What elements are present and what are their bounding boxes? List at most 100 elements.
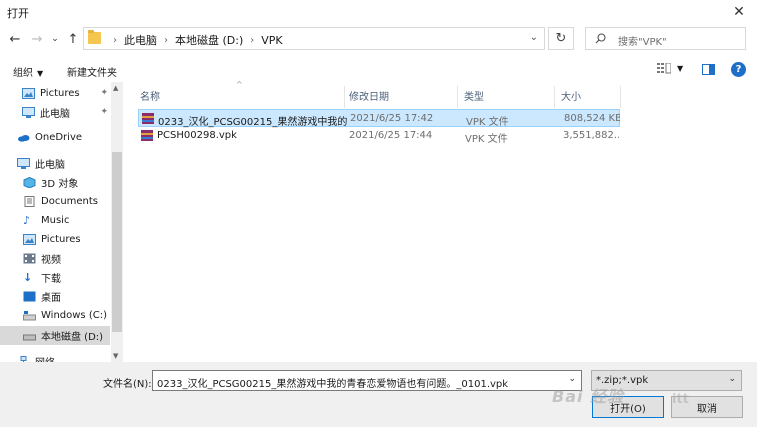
chevron-down-icon[interactable]: ⌄	[530, 32, 538, 43]
file-name: PCSH00298.vpk	[157, 130, 237, 141]
sidebar-item-label: OneDrive	[35, 132, 83, 143]
view-list-icon	[657, 63, 671, 74]
folder-icon	[88, 30, 101, 44]
navigation-pane: Pictures ✦ 此电脑 ✦ OneDrive 此电脑 3D 对象 Docu…	[0, 82, 123, 362]
back-arrow-icon[interactable]: ←	[6, 30, 24, 48]
sidebar-item-pictures-quick[interactable]: Pictures ✦	[0, 84, 110, 103]
sidebar-item-3d-objects[interactable]: 3D 对象	[0, 173, 110, 192]
column-divider[interactable]	[620, 86, 621, 108]
navigation-bar: ← → ⌄ ↑ › 此电脑 › 本地磁盘 (D:) › VPK ⌄ ↻ 搜索"V…	[0, 24, 757, 56]
file-row[interactable]: 0233_汉化_PCSG00215_果然游戏中我的... 2021/6/25 1…	[138, 109, 620, 128]
pictures-icon	[22, 88, 35, 99]
sidebar-item-windows-c[interactable]: Windows (C:)	[0, 306, 110, 325]
address-bar[interactable]: › 此电脑 › 本地磁盘 (D:) › VPK ⌄	[83, 27, 545, 50]
sidebar-item-label: 此电脑	[35, 160, 65, 171]
recent-locations-dropdown-icon[interactable]: ⌄	[46, 30, 64, 48]
file-type: VPK 文件	[466, 117, 509, 128]
desktop-icon	[23, 291, 36, 302]
documents-icon	[24, 196, 35, 207]
title-bar: 打开 ✕	[0, 0, 757, 24]
column-header-date[interactable]: 修改日期	[349, 88, 389, 103]
drive-icon	[23, 334, 36, 341]
file-list: 名称 ^ 修改日期 类型 大小 0233_汉化_PCSG00215_果然游戏中我…	[136, 80, 756, 362]
sidebar-item-documents[interactable]: Documents	[0, 192, 110, 211]
filename-label: 文件名(N):	[103, 379, 152, 390]
file-name: 0233_汉化_PCSG00215_果然游戏中我的...	[158, 117, 348, 128]
scrollbar-thumb[interactable]	[112, 152, 122, 332]
drive-icon	[23, 311, 36, 321]
view-options-button[interactable]: ▼	[657, 63, 683, 74]
sidebar-item-this-pc-quick[interactable]: 此电脑 ✦	[0, 103, 110, 122]
sidebar-item-desktop[interactable]: 桌面	[0, 287, 110, 306]
column-header-name[interactable]: 名称	[140, 88, 160, 103]
forward-arrow-icon[interactable]: →	[28, 30, 46, 48]
archive-file-icon	[141, 130, 153, 141]
videos-icon	[23, 253, 36, 264]
sidebar-item-label: Music	[41, 215, 70, 226]
preview-pane-icon[interactable]	[702, 64, 715, 75]
sidebar-item-music[interactable]: ♪ Music	[0, 211, 110, 230]
sidebar-item-onedrive[interactable]: OneDrive	[0, 128, 110, 147]
sidebar-item-label: Windows (C:)	[41, 310, 107, 321]
sidebar-item-label: 视频	[41, 255, 61, 266]
file-date: 2021/6/25 17:44	[349, 130, 433, 141]
search-input[interactable]: 搜索"VPK"	[585, 27, 746, 50]
download-arrow-icon: ↓	[23, 271, 33, 284]
sidebar-item-label: Pictures	[40, 88, 80, 99]
sidebar-item-label: Documents	[41, 196, 99, 207]
sidebar-item-label: Pictures	[41, 234, 81, 245]
breadcrumb-vpk[interactable]: VPK	[261, 34, 282, 47]
new-folder-button[interactable]: 新建文件夹	[67, 64, 117, 79]
file-row[interactable]: PCSH00298.vpk 2021/6/25 17:44 VPK 文件 3,5…	[138, 127, 620, 145]
dialog-footer: 文件名(N): 0233_汉化_PCSG00215_果然游戏中我的青春恋爱物语也…	[0, 362, 757, 427]
sidebar-item-label: 此电脑	[40, 109, 70, 120]
sidebar-item-network[interactable]: 网络	[0, 352, 110, 362]
breadcrumb-local-disk-d[interactable]: 本地磁盘 (D:)	[175, 32, 243, 48]
file-size: 3,551,882...	[563, 130, 619, 141]
close-icon[interactable]: ✕	[721, 0, 757, 24]
onedrive-icon	[18, 135, 30, 142]
file-date: 2021/6/25 17:42	[350, 113, 434, 124]
up-arrow-icon[interactable]: ↑	[64, 30, 82, 48]
help-icon[interactable]: ?	[731, 62, 746, 77]
sidebar-item-videos[interactable]: 视频	[0, 249, 110, 268]
watermark: Bai 经验	[552, 387, 625, 406]
filename-input[interactable]: 0233_汉化_PCSG00215_果然游戏中我的青春恋爱物语也有问题。_010…	[152, 370, 582, 391]
sidebar-item-label: 本地磁盘 (D:)	[41, 332, 104, 343]
sidebar-item-this-pc[interactable]: 此电脑	[0, 154, 110, 173]
breadcrumb: › 此电脑 › 本地磁盘 (D:) › VPK	[106, 32, 283, 48]
sidebar-item-label: 下载	[41, 274, 61, 285]
sidebar-item-downloads[interactable]: ↓ 下载	[0, 268, 110, 287]
file-size: 808,524 KB	[564, 113, 620, 124]
column-divider[interactable]	[344, 86, 345, 108]
column-divider[interactable]	[554, 86, 555, 108]
this-pc-icon	[22, 107, 35, 118]
filename-value: 0233_汉化_PCSG00215_果然游戏中我的青春恋爱物语也有问题。_010…	[157, 379, 509, 390]
window-title: 打开	[7, 7, 29, 20]
toolbar: 组织 ▼ 新建文件夹 ▼	[0, 58, 757, 82]
this-pc-icon	[17, 158, 30, 169]
column-header-size[interactable]: 大小	[561, 88, 581, 103]
chevron-right-icon: ›	[113, 34, 117, 46]
organize-button[interactable]: 组织 ▼	[13, 64, 43, 79]
scroll-up-icon[interactable]: ▲	[113, 84, 118, 92]
search-placeholder: 搜索"VPK"	[618, 37, 667, 48]
music-icon: ♪	[23, 214, 31, 227]
column-divider[interactable]	[457, 86, 458, 108]
3d-objects-icon	[23, 177, 36, 188]
sidebar-item-pictures[interactable]: Pictures	[0, 230, 110, 249]
sidebar-item-local-disk-d[interactable]: 本地磁盘 (D:)	[0, 326, 110, 345]
sidebar-item-label: 桌面	[41, 293, 61, 304]
caret-down-icon: ▼	[677, 64, 684, 73]
caret-down-icon: ▼	[37, 69, 44, 78]
sidebar-scrollbar[interactable]: ▲ ▼	[111, 82, 123, 362]
scroll-down-icon[interactable]: ▼	[113, 352, 118, 360]
chevron-right-icon[interactable]: ›	[250, 35, 254, 46]
chevron-right-icon[interactable]: ›	[164, 35, 168, 46]
column-header-type[interactable]: 类型	[464, 88, 484, 103]
breadcrumb-this-pc[interactable]: 此电脑	[124, 32, 157, 48]
sidebar-item-label: 3D 对象	[41, 179, 79, 190]
file-type: VPK 文件	[465, 134, 508, 145]
refresh-icon[interactable]: ↻	[548, 27, 574, 50]
archive-file-icon	[142, 113, 154, 124]
